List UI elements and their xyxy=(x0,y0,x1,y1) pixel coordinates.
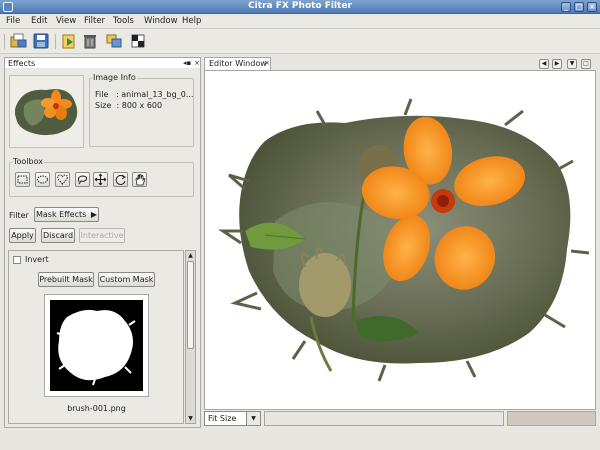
toolbox-title: Toolbox xyxy=(12,157,44,166)
mask-filename: brush-001.png xyxy=(67,404,126,413)
tab-next-icon[interactable]: ▶ xyxy=(552,59,562,69)
menu-file[interactable]: File xyxy=(6,16,20,26)
menu-view[interactable]: View xyxy=(56,16,76,26)
prebuilt-mask-button[interactable]: Prebuilt Mask xyxy=(38,272,94,287)
editor-canvas[interactable] xyxy=(204,70,596,410)
tab-prev-icon[interactable]: ◀ xyxy=(539,59,549,69)
menu-filter[interactable]: Filter xyxy=(84,16,105,26)
size-info: Size : 800 x 600 xyxy=(95,101,163,110)
copy-icon[interactable] xyxy=(106,33,123,49)
progress-bar xyxy=(507,411,596,426)
mask-preview[interactable] xyxy=(44,294,149,397)
image-thumbnail xyxy=(9,75,84,148)
title-bar: Citra FX Photo Filter _ □ × xyxy=(0,0,600,14)
zoom-select[interactable]: Fit Size ▼ xyxy=(204,411,261,426)
mask-image xyxy=(50,300,143,391)
float-icon[interactable]: ◂▪ xyxy=(183,59,191,67)
apply-button[interactable]: Apply xyxy=(9,228,36,243)
save-icon[interactable] xyxy=(33,33,50,49)
hand-icon[interactable] xyxy=(132,172,147,187)
dock-close-icon[interactable]: × xyxy=(194,59,200,67)
invert-label: Invert xyxy=(25,255,49,264)
arrow-right-icon: ▶ xyxy=(90,210,98,219)
close-icon[interactable]: × xyxy=(587,2,597,12)
invert-checkbox[interactable] xyxy=(13,256,21,264)
menu-help[interactable]: Help xyxy=(182,16,201,26)
image-info-title: Image Info xyxy=(92,73,137,82)
custom-mask-button[interactable]: Custom Mask xyxy=(98,272,155,287)
tab-list-icon[interactable]: ▼ xyxy=(567,59,577,69)
rect-select-icon[interactable] xyxy=(15,172,30,187)
toolbar xyxy=(0,29,600,54)
scroll-up-icon[interactable]: ▲ xyxy=(186,251,195,260)
move-icon[interactable] xyxy=(93,172,108,187)
ellipse-select-icon[interactable] xyxy=(35,172,50,187)
mask-effects-label: Mask Effects xyxy=(35,210,87,219)
menu-edit[interactable]: Edit xyxy=(31,16,47,26)
maximize-icon[interactable]: □ xyxy=(574,2,584,12)
vertical-scrollbar[interactable]: ▲ ▼ xyxy=(185,250,196,424)
status-bar: Fit Size ▼ xyxy=(204,410,596,427)
editor-tab-close-icon[interactable]: × xyxy=(264,59,270,67)
import-icon[interactable] xyxy=(61,33,78,49)
open-icon[interactable] xyxy=(10,33,27,49)
scroll-down-icon[interactable]: ▼ xyxy=(186,414,195,423)
menu-window[interactable]: Window xyxy=(144,16,178,26)
filter-label: Filter xyxy=(9,211,29,220)
mask-effects-dropdown[interactable]: Mask Effects ▶ xyxy=(34,207,99,222)
image-info-group xyxy=(89,78,194,147)
tab-float-icon[interactable]: □ xyxy=(581,59,591,69)
zoom-value: Fit Size xyxy=(208,414,237,423)
minimize-icon[interactable]: _ xyxy=(561,2,571,12)
lasso-icon[interactable] xyxy=(75,172,90,187)
effects-tab-label: Effects xyxy=(8,59,36,68)
file-info: File : animal_13_bg_0... xyxy=(95,90,194,99)
window-title: Citra FX Photo Filter xyxy=(248,1,352,11)
interactive-button: Interactive xyxy=(79,228,125,243)
chevron-down-icon: ▼ xyxy=(246,412,260,425)
editor-tab-label: Editor Window xyxy=(209,59,267,68)
rotate-icon[interactable] xyxy=(113,172,128,187)
menu-tools[interactable]: Tools xyxy=(113,16,134,26)
heart-select-icon[interactable] xyxy=(55,172,70,187)
scroll-thumb[interactable] xyxy=(187,261,194,349)
discard-button[interactable]: Discard xyxy=(41,228,75,243)
menu-bar: File Edit View Filter Tools Window Help xyxy=(0,14,600,29)
checker-icon[interactable] xyxy=(130,33,147,49)
trash-icon[interactable] xyxy=(82,33,99,49)
masked-photo xyxy=(218,98,590,382)
editor-window-tab[interactable]: Editor Window × xyxy=(204,57,271,70)
status-message-area xyxy=(264,411,504,426)
